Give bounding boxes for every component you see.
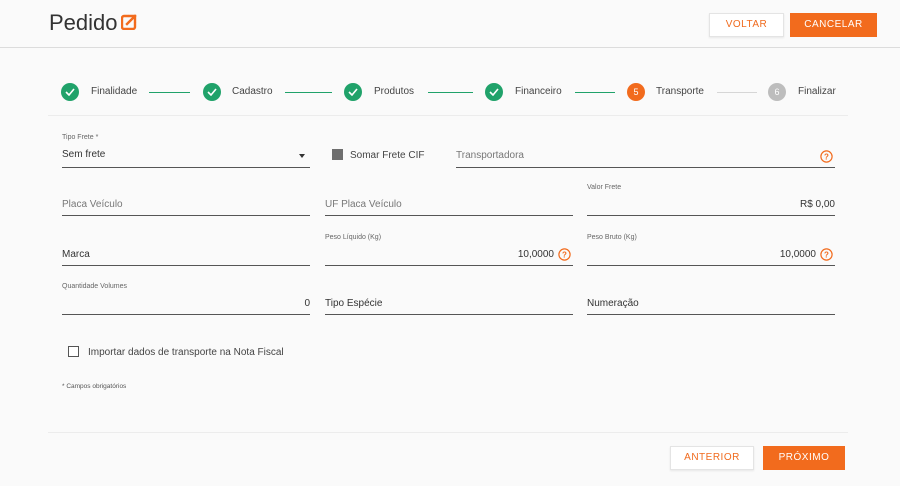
numeracao-input[interactable]: Numeração [587,298,639,309]
help-icon[interactable]: ? [820,150,833,163]
uf-placa-underline [325,215,573,216]
step-label-cadastro[interactable]: Cadastro [232,86,273,97]
step-label-financeiro[interactable]: Financeiro [515,86,562,97]
footer-divider [48,432,848,433]
external-link-icon[interactable] [121,14,137,30]
valor-frete-underline [587,215,835,216]
required-fields-note: * Campos obrigatórios [62,383,127,390]
quantidade-volumes-input[interactable]: 0 [62,298,310,309]
transportadora-input[interactable]: Transportadora [456,150,524,161]
importar-checkbox[interactable] [68,346,79,357]
peso-liquido-underline [325,265,573,266]
tipo-especie-input[interactable]: Tipo Espécie [325,298,382,309]
somar-frete-label: Somar Frete CIF [350,150,425,161]
placa-veiculo-input[interactable]: Placa Veículo [62,199,123,210]
peso-bruto-underline [587,265,835,266]
progress-stepper: Finalidade Cadastro Produtos Financeiro … [48,70,848,116]
page-title: Pedido [49,10,118,35]
tipo-frete-label: Tipo Frete * [62,134,99,141]
marca-input[interactable]: Marca [62,249,90,260]
top-header: Pedido VOLTAR CANCELAR [0,0,900,48]
transportadora-underline [456,167,835,168]
numeracao-underline [587,314,835,315]
step-connector [285,92,332,93]
step-number-5: 5 [627,83,645,101]
tipo-frete-select[interactable]: Sem frete [62,149,105,160]
help-icon[interactable]: ? [558,248,571,261]
caret-down-icon[interactable] [299,154,305,158]
proximo-button[interactable]: PRÓXIMO [763,446,845,470]
check-icon [61,83,79,101]
tipo-especie-underline [325,314,573,315]
quantidade-underline [62,314,310,315]
step-label-transporte[interactable]: Transporte [656,86,704,97]
anterior-button[interactable]: ANTERIOR [670,446,754,470]
quantidade-volumes-label: Quantidade Volumes [62,283,127,290]
voltar-button[interactable]: VOLTAR [709,13,784,37]
uf-placa-input[interactable]: UF Placa Veículo [325,199,402,210]
step-connector [575,92,615,93]
check-icon [203,83,221,101]
check-icon [344,83,362,101]
placa-underline [62,215,310,216]
svg-text:?: ? [824,152,829,161]
step-connector [717,92,757,93]
marca-underline [62,265,310,266]
peso-liquido-label: Peso Líquido (Kg) [325,234,382,241]
cancelar-button[interactable]: CANCELAR [790,13,877,37]
check-icon [485,83,503,101]
step-connector [428,92,473,93]
importar-label: Importar dados de transporte na Nota Fis… [88,347,284,358]
peso-bruto-input[interactable]: 10,0000 [587,249,816,260]
somar-frete-checkbox[interactable] [332,149,343,160]
tipo-frete-underline [62,167,310,168]
step-label-produtos[interactable]: Produtos [374,86,414,97]
valor-frete-label: Valor Frete [587,184,622,191]
step-label-finalidade[interactable]: Finalidade [91,86,137,97]
step-number-6: 6 [768,83,786,101]
svg-text:?: ? [562,250,567,259]
help-icon[interactable]: ? [820,248,833,261]
peso-liquido-input[interactable]: 10,0000 [325,249,554,260]
svg-text:?: ? [824,250,829,259]
step-connector [149,92,190,93]
peso-bruto-label: Peso Bruto (Kg) [587,234,637,241]
valor-frete-input[interactable]: R$ 0,00 [587,199,835,210]
step-label-finalizar[interactable]: Finalizar [798,86,836,97]
